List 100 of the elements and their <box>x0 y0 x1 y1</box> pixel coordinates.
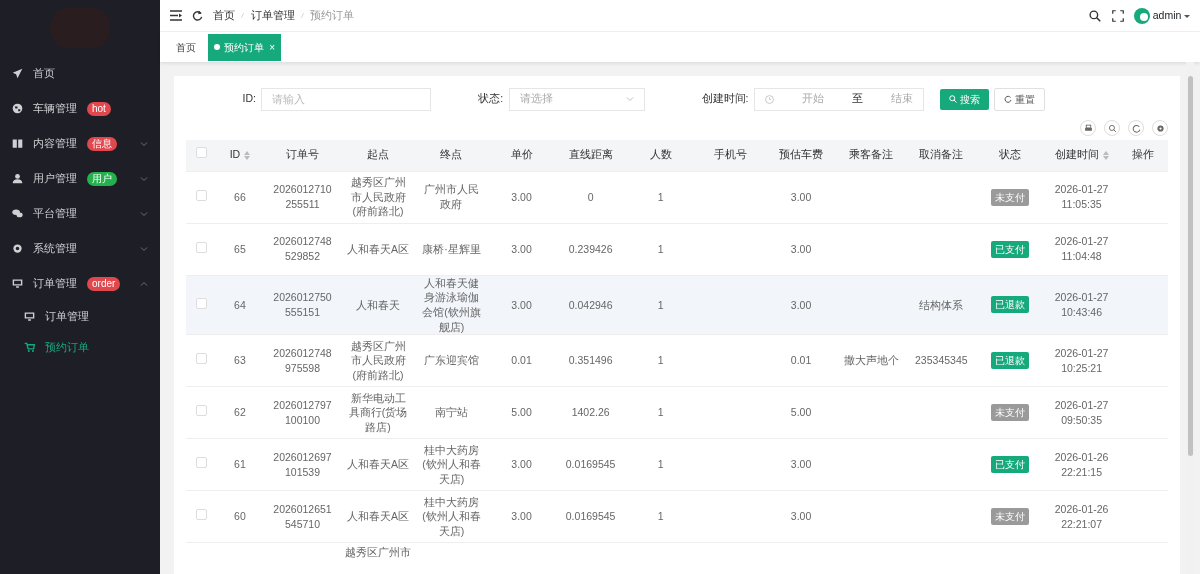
sidebar-item[interactable]: 系统管理 <box>0 231 160 266</box>
table-cell: 2026012797100100 <box>272 398 333 428</box>
row-checkbox[interactable] <box>195 353 207 365</box>
table-cell: 1 <box>657 298 664 311</box>
sidebar-item[interactable]: 订单管理 order <box>0 266 160 301</box>
monitor-icon <box>24 311 35 322</box>
breadcrumb-separator-icon <box>299 11 305 20</box>
chevron-down-icon <box>625 95 634 103</box>
settings-icon[interactable] <box>1152 120 1168 136</box>
column-header: 人数 <box>649 148 672 161</box>
menu-badge: hot <box>87 101 111 116</box>
table-cell: 1 <box>657 510 664 523</box>
chat-icon <box>12 208 23 219</box>
print-icon[interactable] <box>1080 120 1096 136</box>
sidebar-item[interactable]: 用户管理 用户 <box>0 161 160 196</box>
status-badge: 已退款 <box>991 296 1030 314</box>
sidebar-item[interactable]: 内容管理 信息 <box>0 126 160 161</box>
table-cell: 0.351496 <box>568 354 613 367</box>
status-badge: 已支付 <box>991 240 1030 258</box>
row-checkbox[interactable] <box>195 241 207 253</box>
breadcrumb-item[interactable]: 首页 <box>213 7 235 24</box>
sort-icon[interactable] <box>244 151 251 161</box>
column-header: 单价 <box>510 148 533 161</box>
user-menu[interactable]: admin <box>1134 7 1190 24</box>
menu-badge: 用户 <box>87 171 117 186</box>
breadcrumb-item[interactable]: 订单管理 <box>250 7 295 24</box>
column-header: 乘客备注 <box>849 148 894 161</box>
field-label: 创建时间: <box>700 91 749 107</box>
menu-badge: 信息 <box>87 136 117 151</box>
tab[interactable]: 首页 <box>170 34 202 60</box>
table-cell: 0.239426 <box>568 242 613 255</box>
table-cell: 1 <box>657 354 664 367</box>
sidebar-item[interactable]: 车辆管理 hot <box>0 91 160 126</box>
table-cell: 5.00 <box>790 406 812 419</box>
user-icon <box>12 173 23 184</box>
status-badge: 未支付 <box>991 508 1030 526</box>
table-cell: 5.00 <box>511 406 532 419</box>
date-range-field[interactable]: 开始 至 结束 <box>753 87 924 111</box>
table-cell: 2026012710255511 <box>272 182 333 212</box>
table-cell: 人和春天A区 <box>347 241 410 257</box>
cart-icon <box>24 342 35 353</box>
submenu-item[interactable]: 订单管理 <box>0 301 160 332</box>
status-badge: 未支付 <box>991 188 1030 206</box>
field-label: 状态: <box>477 91 504 107</box>
gear-icon <box>12 243 23 254</box>
table-cell-text: 2026-01-27 10:25:21 <box>1053 346 1110 376</box>
table-cell: 62 <box>234 406 246 419</box>
table-cell: 1 <box>657 458 664 471</box>
id-input[interactable]: 请输入 <box>261 87 432 111</box>
sidebar-item[interactable]: 平台管理 <box>0 196 160 231</box>
table-cell: 人和春天A区 <box>347 457 410 473</box>
table-cell: 3.00 <box>790 242 812 255</box>
row-checkbox[interactable] <box>195 405 207 417</box>
table-cell-text: 2026-01-27 09:50:35 <box>1053 398 1110 428</box>
table-cell: 3.00 <box>511 242 532 255</box>
row-checkbox[interactable] <box>195 297 207 309</box>
menu-icon[interactable] <box>170 7 182 24</box>
table-cell: 1402.26 <box>571 406 610 419</box>
table-cell: 康桥·星辉里 <box>422 241 481 257</box>
column-header: 状态 <box>999 148 1022 161</box>
chevron-down-icon <box>140 174 148 183</box>
column-header: 手机号 <box>714 148 748 161</box>
table-cell: 3.00 <box>511 298 532 311</box>
table-cell: 3.00 <box>511 190 532 203</box>
table-cell: 3.00 <box>511 510 532 523</box>
table-cell-text: 桂中大药房(钦州人和春天店) <box>421 442 482 487</box>
reset-button[interactable]: 重置 <box>993 87 1045 111</box>
table-cell: 0.0169545 <box>565 458 616 471</box>
fullscreen-icon[interactable] <box>1111 7 1124 24</box>
refresh-icon <box>1003 95 1012 103</box>
menu-badge: order <box>87 276 121 291</box>
table-cell-text: 广州市人民政府 <box>422 182 480 212</box>
row-checkbox[interactable] <box>195 509 207 521</box>
row-checkbox[interactable] <box>195 189 207 201</box>
status-badge: 已支付 <box>991 456 1030 474</box>
search-icon <box>948 95 957 103</box>
submenu-item[interactable]: 预约订单 <box>0 332 160 363</box>
column-header: 起点 <box>367 148 390 161</box>
table-cell: 0.01 <box>790 354 812 367</box>
table-cell-text: 人和春天健身游泳瑜伽会馆(钦州旗舰店) <box>421 275 482 335</box>
table-cell: 1 <box>657 242 664 255</box>
table-cell-text: 2026-01-27 10:43:46 <box>1053 290 1110 320</box>
sort-icon[interactable] <box>1102 151 1109 161</box>
column-header: 操作 <box>1132 148 1155 161</box>
table-cell: 2026012651545710 <box>272 502 333 532</box>
sidebar-item[interactable]: 首页 <box>0 56 160 91</box>
book-icon <box>12 138 23 149</box>
table-cell-text: 2026-01-26 22:21:07 <box>1053 502 1110 532</box>
table-cell: 2026012750555151 <box>272 290 333 320</box>
checkbox[interactable] <box>195 147 207 159</box>
paper-plane-icon <box>12 68 23 79</box>
table-cell: 广东迎宾馆 <box>423 353 479 369</box>
table-cell: 2026012697101539 <box>272 450 333 480</box>
clock-icon <box>764 94 774 104</box>
table-cell: 61 <box>234 458 246 471</box>
table-cell: 越秀区广州市 <box>345 546 412 559</box>
row-checkbox[interactable] <box>195 457 207 469</box>
avatar-icon <box>1134 7 1151 24</box>
dot-icon <box>214 44 220 50</box>
table-cell: 1 <box>657 190 664 203</box>
